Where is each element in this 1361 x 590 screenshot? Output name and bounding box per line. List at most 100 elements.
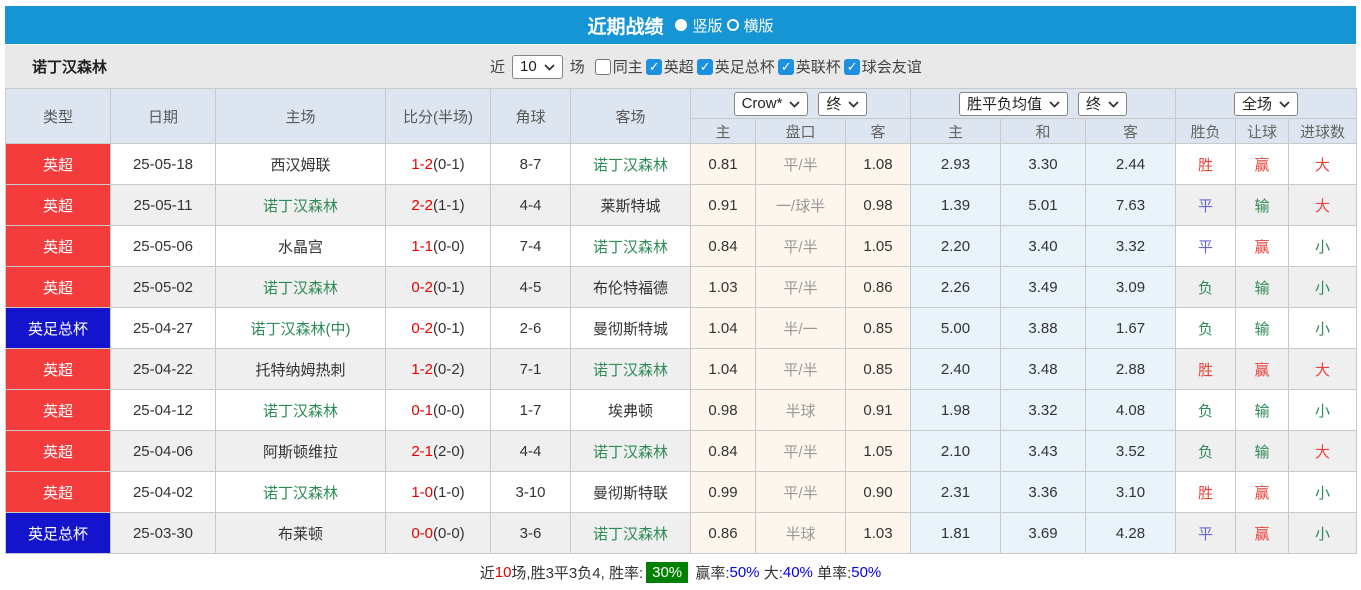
league-badge: 英超	[6, 349, 111, 390]
odds-stage-select[interactable]: 终	[818, 92, 867, 116]
avg-away: 4.28	[1086, 513, 1176, 554]
chevron-down-icon	[1108, 95, 1119, 112]
fulltime-score: 0-1	[411, 402, 433, 419]
away-team: 诺丁汉森林	[571, 226, 691, 267]
score-cell: 0-0(0-0)	[386, 513, 491, 554]
avg-away: 1.67	[1086, 308, 1176, 349]
page: 近期战绩 竖版横版 诺丁汉森林 近 10 场 同主英超英足总杯英联杯球会友谊 类…	[0, 0, 1361, 590]
odds-away: 1.03	[846, 513, 911, 554]
checkbox-checked-icon[interactable]	[697, 59, 713, 75]
handicap-result: 赢	[1236, 349, 1289, 390]
handicap-text: 平/半	[783, 157, 817, 174]
avg-type-select[interactable]: 胜平负均值	[959, 92, 1068, 116]
checkbox-checked-icon[interactable]	[646, 59, 662, 75]
goals-result: 大	[1289, 185, 1357, 226]
sub-col-header: 客	[846, 119, 911, 144]
handicap: 半球	[756, 513, 846, 554]
summary-text: 单率:	[813, 562, 851, 583]
win-rate-badge: 30%	[646, 562, 688, 583]
match-date: 25-05-18	[111, 144, 216, 185]
match-date: 25-03-30	[111, 513, 216, 554]
handicap-result: 赢	[1236, 144, 1289, 185]
league-badge: 英超	[6, 144, 111, 185]
odds-company-value: Crow*	[742, 95, 783, 112]
table-row: 英超25-04-12诺丁汉森林0-1(0-0)1-7埃弗顿0.98半球0.911…	[6, 390, 1357, 431]
fulltime-score: 1-2	[411, 156, 433, 173]
near-label: 近	[490, 56, 505, 77]
match-date: 25-05-02	[111, 267, 216, 308]
filter-checkbox-item[interactable]: 同主	[595, 56, 643, 77]
league-badge: 英超	[6, 226, 111, 267]
score-cell: 1-1(0-0)	[386, 226, 491, 267]
away-team: 埃弗顿	[571, 390, 691, 431]
handicap-text: 半/一	[783, 321, 817, 338]
match-date: 25-05-06	[111, 226, 216, 267]
handicap-text: 平/半	[783, 239, 817, 256]
avg-away: 2.88	[1086, 349, 1176, 390]
score-cell: 0-1(0-0)	[386, 390, 491, 431]
odds-home: 0.99	[691, 472, 756, 513]
chevron-down-icon	[789, 95, 800, 112]
goals-result: 大	[1289, 349, 1357, 390]
corners: 2-6	[491, 308, 571, 349]
handicap: 平/半	[756, 472, 846, 513]
filter-checkbox-item[interactable]: 英超	[646, 56, 694, 77]
radio-icon[interactable]	[675, 19, 687, 31]
filter-checkbox-item[interactable]: 球会友谊	[844, 56, 922, 77]
halftime-score: (0-1)	[433, 279, 465, 296]
checkbox-checked-icon[interactable]	[844, 59, 860, 75]
handicap-text: 平/半	[783, 280, 817, 297]
table-row: 英超25-04-06阿斯顿维拉2-1(2-0)4-4诺丁汉森林0.84平/半1.…	[6, 431, 1357, 472]
page-title: 近期战绩	[587, 12, 663, 39]
summary-text: 近	[480, 562, 495, 583]
fulltime-score: 0-0	[411, 525, 433, 542]
handicap-result: 输	[1236, 390, 1289, 431]
table-row: 英超25-05-02诺丁汉森林0-2(0-1)4-5布伦特福德1.03平/半0.…	[6, 267, 1357, 308]
avg-stage-select[interactable]: 终	[1078, 92, 1127, 116]
checkbox-checked-icon[interactable]	[778, 59, 794, 75]
avg-home: 1.98	[911, 390, 1001, 431]
odds-company-select[interactable]: Crow*	[734, 92, 809, 116]
league-badge: 英超	[6, 390, 111, 431]
radio-label: 横版	[744, 15, 774, 36]
games-count-select[interactable]: 10	[512, 55, 563, 79]
corners: 1-7	[491, 390, 571, 431]
result: 负	[1176, 431, 1236, 472]
odds-home: 1.04	[691, 308, 756, 349]
summary-text: 50%	[730, 564, 760, 581]
handicap: 平/半	[756, 349, 846, 390]
table-row: 英超25-05-06水晶宫1-1(0-0)7-4诺丁汉森林0.84平/半1.05…	[6, 226, 1357, 267]
halftime-score: (1-0)	[433, 484, 465, 501]
corners: 8-7	[491, 144, 571, 185]
checkbox-unchecked-icon[interactable]	[595, 59, 611, 75]
halftime-score: (0-1)	[433, 156, 465, 173]
avg-draw: 3.69	[1001, 513, 1086, 554]
result: 负	[1176, 390, 1236, 431]
away-team: 莱斯特城	[571, 185, 691, 226]
avg-draw: 3.43	[1001, 431, 1086, 472]
filter-checkbox-item[interactable]: 英联杯	[778, 56, 841, 77]
away-team: 诺丁汉森林	[571, 431, 691, 472]
odds-home: 1.03	[691, 267, 756, 308]
layout-radio-option[interactable]: 横版	[727, 15, 774, 36]
halftime-score: (0-2)	[433, 361, 465, 378]
score-cell: 1-2(0-2)	[386, 349, 491, 390]
radio-icon[interactable]	[727, 19, 739, 31]
away-team: 诺丁汉森林	[571, 144, 691, 185]
filter-checkbox-label: 同主	[613, 56, 643, 77]
avg-home: 2.40	[911, 349, 1001, 390]
halftime-score: (0-0)	[433, 525, 465, 542]
handicap-result: 赢	[1236, 226, 1289, 267]
result: 胜	[1176, 349, 1236, 390]
avg-away: 7.63	[1086, 185, 1176, 226]
fulltime-score: 1-2	[411, 361, 433, 378]
scope-select[interactable]: 全场	[1234, 92, 1298, 116]
odds-home: 1.04	[691, 349, 756, 390]
corners: 4-4	[491, 185, 571, 226]
avg-home: 1.81	[911, 513, 1001, 554]
handicap-result: 输	[1236, 431, 1289, 472]
filter-checkbox-item[interactable]: 英足总杯	[697, 56, 775, 77]
home-team: 诺丁汉森林	[216, 267, 386, 308]
sub-col-header: 主	[911, 119, 1001, 144]
layout-radio-selected[interactable]: 竖版	[675, 15, 722, 36]
